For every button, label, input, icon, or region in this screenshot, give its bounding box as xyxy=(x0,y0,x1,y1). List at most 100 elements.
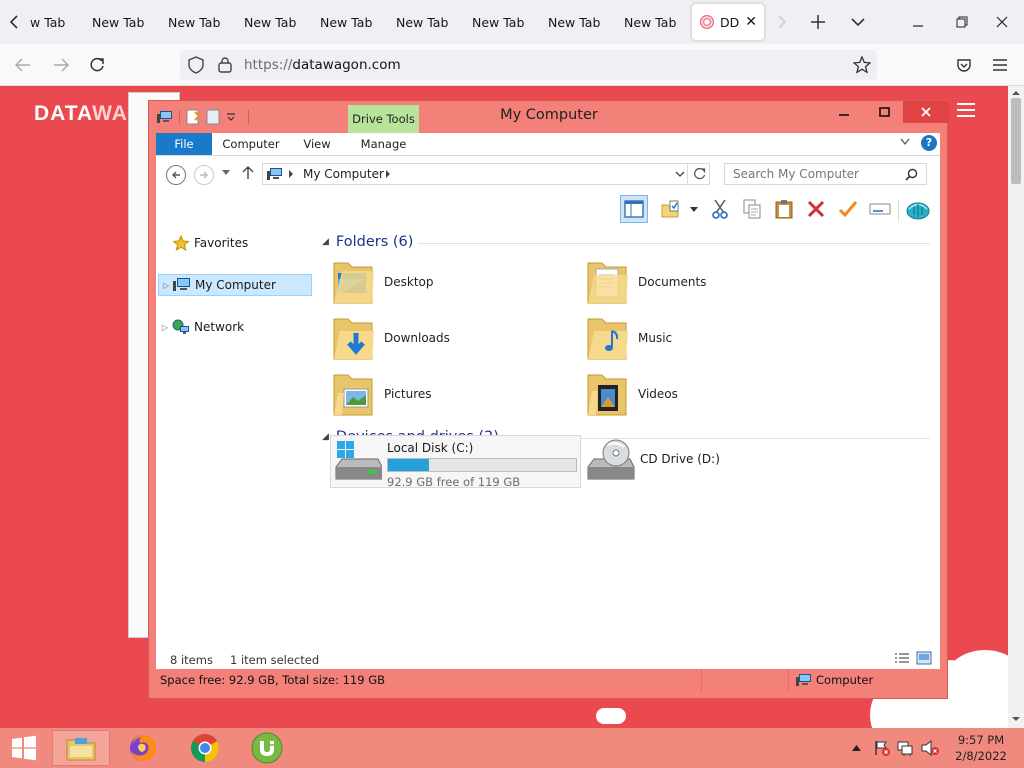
close-icon[interactable] xyxy=(903,101,949,123)
folder-desktop[interactable]: Desktop xyxy=(332,256,572,308)
help-icon[interactable]: ? xyxy=(921,135,937,151)
close-tab-icon[interactable]: ✕ xyxy=(745,14,757,30)
tab-scroll-right-icon[interactable] xyxy=(768,0,796,44)
tracking-protection-shield-icon[interactable] xyxy=(188,56,204,74)
nav-item-my-computer[interactable]: ▷ My Computer xyxy=(158,274,312,296)
page-scrollbar[interactable] xyxy=(1008,86,1024,728)
tab-label: New Tab xyxy=(472,14,525,30)
back-icon[interactable] xyxy=(6,44,40,86)
expand-arrow-icon[interactable]: ▷ xyxy=(158,323,172,332)
nav-item-network[interactable]: ▷ Network xyxy=(158,316,312,338)
navigation-pane: Favorites ▷ My Computer ▷ Network xyxy=(156,228,316,638)
new-folder-icon[interactable] xyxy=(206,109,220,125)
folder-downloads[interactable]: Downloads xyxy=(332,312,572,364)
minimize-icon[interactable] xyxy=(829,101,859,123)
browser-tab[interactable]: New Tab xyxy=(396,4,472,40)
active-browser-tab[interactable]: DD ✕ xyxy=(692,4,764,40)
taskbar-chrome[interactable] xyxy=(176,730,234,766)
drive-local-disk-c[interactable]: Local Disk (C:) 92.9 GB free of 119 GB xyxy=(330,435,581,489)
breadcrumb-chevron-icon[interactable] xyxy=(288,170,294,178)
drive-label: Local Disk (C:) xyxy=(387,441,474,455)
address-dropdown-icon[interactable] xyxy=(675,171,685,178)
address-bar[interactable]: My Computer xyxy=(262,163,710,185)
folder-videos[interactable]: Videos xyxy=(586,368,826,420)
maximize-icon[interactable] xyxy=(869,101,899,123)
forward-icon[interactable] xyxy=(194,165,214,185)
lock-icon[interactable] xyxy=(218,56,232,73)
refresh-icon[interactable] xyxy=(693,167,706,180)
cd-drive-icon xyxy=(586,437,636,485)
site-menu-icon[interactable] xyxy=(957,103,975,117)
folders-group-header[interactable]: ◢ Folders (6) xyxy=(322,234,413,250)
properties-dropdown-icon[interactable] xyxy=(690,207,698,212)
properties-icon[interactable] xyxy=(186,109,200,125)
reload-icon[interactable] xyxy=(80,44,114,86)
network-globe-icon[interactable] xyxy=(904,195,932,223)
nav-item-favorites[interactable]: Favorites xyxy=(158,232,312,254)
bookmark-star-icon[interactable] xyxy=(853,56,871,74)
volume-muted-icon[interactable] xyxy=(920,728,940,768)
details-view-icon[interactable] xyxy=(894,652,910,666)
search-input[interactable]: Search My Computer xyxy=(724,163,927,185)
show-hidden-icons-icon[interactable] xyxy=(848,728,864,768)
network-status-icon[interactable] xyxy=(896,728,916,768)
breadcrumb[interactable]: My Computer xyxy=(303,167,384,181)
minimize-icon[interactable] xyxy=(896,0,940,44)
browser-tab[interactable]: New Tab xyxy=(244,4,320,40)
folder-documents[interactable]: Documents xyxy=(586,256,826,308)
drive-cd-d[interactable]: CD Drive (D:) xyxy=(586,435,826,488)
computer-icon xyxy=(173,277,193,293)
preview-pane-icon[interactable] xyxy=(620,195,648,223)
back-icon[interactable] xyxy=(166,165,186,185)
new-tab-icon[interactable] xyxy=(796,0,840,44)
folder-music[interactable]: Music xyxy=(586,312,826,364)
copy-icon[interactable] xyxy=(738,195,766,223)
forward-icon[interactable] xyxy=(44,44,78,86)
tab-manage[interactable]: Manage xyxy=(348,133,419,155)
pocket-icon[interactable] xyxy=(947,44,981,86)
cut-icon[interactable] xyxy=(706,195,734,223)
breadcrumb-chevron-icon[interactable] xyxy=(385,170,391,178)
restore-icon[interactable] xyxy=(940,0,984,44)
browser-tab[interactable]: New Tab xyxy=(624,4,700,40)
taskbar-file-explorer[interactable] xyxy=(52,730,110,766)
expand-ribbon-icon[interactable] xyxy=(900,138,910,146)
computer-icon[interactable] xyxy=(157,110,173,124)
browser-tab[interactable]: New Tab xyxy=(92,4,168,40)
url-bar[interactable]: https://datawagon.com xyxy=(180,50,877,80)
start-button[interactable] xyxy=(0,728,48,768)
browser-nav-bar: https://datawagon.com xyxy=(0,44,1024,86)
list-all-tabs-icon[interactable] xyxy=(836,0,880,44)
action-center-flag-icon[interactable] xyxy=(872,728,892,768)
rename-field-icon[interactable] xyxy=(866,195,894,223)
browser-tab[interactable]: New Tab xyxy=(472,4,548,40)
delete-icon[interactable] xyxy=(802,195,830,223)
large-icons-view-icon[interactable] xyxy=(916,651,932,665)
close-window-icon[interactable] xyxy=(980,0,1024,44)
site-logo[interactable]: DATAWA xyxy=(34,102,128,126)
folder-pictures[interactable]: Pictures xyxy=(332,368,572,420)
hard-disk-icon xyxy=(334,439,382,485)
taskbar-firefox[interactable] xyxy=(114,730,172,766)
tab-computer[interactable]: Computer xyxy=(216,133,286,155)
collapse-group-icon[interactable]: ◢ xyxy=(322,237,329,247)
properties-icon[interactable] xyxy=(656,195,684,223)
rename-check-icon[interactable] xyxy=(834,195,862,223)
expand-arrow-icon[interactable]: ▷ xyxy=(159,281,173,290)
browser-tab[interactable]: New Tab xyxy=(168,4,244,40)
search-icon[interactable] xyxy=(905,168,918,181)
customize-qat-icon[interactable] xyxy=(226,112,236,122)
tab-view[interactable]: View xyxy=(296,133,338,155)
recent-locations-icon[interactable] xyxy=(222,170,230,176)
clock[interactable]: 9:57 PM 2/8/2022 xyxy=(948,732,1014,764)
scrollbar-thumb[interactable] xyxy=(1011,98,1021,184)
tab-scroll-left-icon[interactable] xyxy=(0,0,28,44)
collapse-group-icon[interactable]: ◢ xyxy=(322,432,329,442)
app-menu-icon[interactable] xyxy=(983,44,1017,86)
paste-icon[interactable] xyxy=(770,195,798,223)
tab-file[interactable]: File xyxy=(156,133,212,155)
browser-tab[interactable]: New Tab xyxy=(548,4,624,40)
taskbar-utorrent[interactable] xyxy=(238,730,296,766)
up-icon[interactable] xyxy=(242,166,254,180)
browser-tab[interactable]: New Tab xyxy=(320,4,396,40)
